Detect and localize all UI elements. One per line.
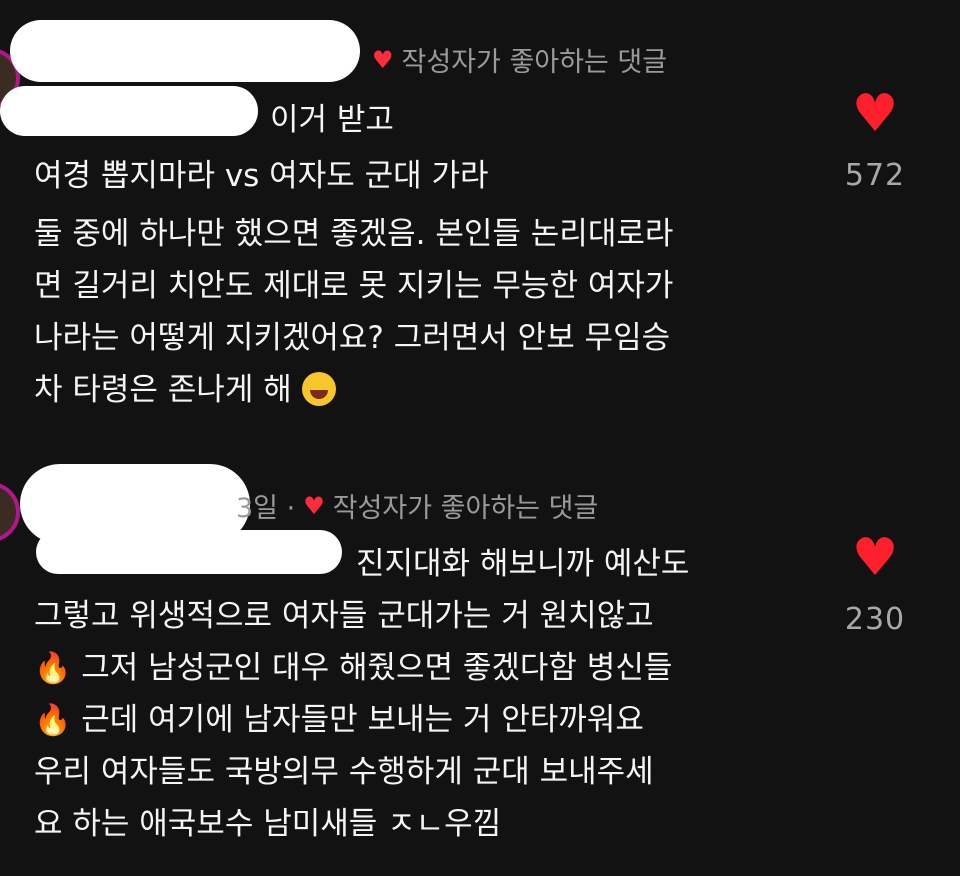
redacted-mention xyxy=(0,86,258,136)
like-button[interactable]: ♥ 230 xyxy=(830,532,920,637)
author-liked-label: 작성자가 좋아하는 댓글 xyxy=(332,493,599,524)
comment-text: 면 길거리 치안도 제대로 못 지키는 무능한 여자가 xyxy=(34,268,674,304)
heart-icon: ♥ xyxy=(372,45,394,74)
author-liked-label: 작성자가 좋아하는 댓글 xyxy=(401,47,668,78)
heart-icon: ♥ xyxy=(303,491,325,520)
comment-text-line: 🔥 근데 여기에 남자들만 보내는 거 안타까워요 xyxy=(34,694,644,739)
comment-meta: 3일 · ♥ 작성자가 좋아하는 댓글 xyxy=(236,486,598,525)
comment-text: 여경 뽑지마라 vs 여자도 군대 가라 xyxy=(34,158,489,194)
like-count: 230 xyxy=(844,602,906,637)
comment-text: 진지대화 해보니까 예산도 xyxy=(356,546,690,582)
face-with-tears-of-joy-icon xyxy=(301,372,336,406)
heart-icon[interactable]: ♥ xyxy=(830,88,920,140)
comment-2: 3일 · ♥ 작성자가 좋아하는 댓글 진지대화 해보니까 예산도 그렇고 위생… xyxy=(0,460,960,860)
comment-meta: ♥ 작성자가 좋아하는 댓글 xyxy=(372,40,667,79)
redacted-username xyxy=(10,20,360,82)
avatar[interactable] xyxy=(0,482,20,542)
timestamp: 3일 · xyxy=(236,493,296,524)
comment-text: 요 하는 애국보수 남미새들 ㅈㄴ우낌 xyxy=(34,806,502,842)
comment-text: 우리 여자들도 국방의무 수행하게 군대 보내주세 xyxy=(34,754,654,790)
comment-text-line: 🔥 그저 남성군인 대우 해줬으면 좋겠다함 병신들 xyxy=(34,642,672,687)
comment-text: 이거 받고 xyxy=(270,102,394,138)
redacted-mention xyxy=(36,530,342,574)
comment-text: 근데 여기에 남자들만 보내는 거 안타까워요 xyxy=(81,702,644,738)
comment-1: ♥ 작성자가 좋아하는 댓글 이거 받고 여경 뽑지마라 vs 여자도 군대 가… xyxy=(0,20,960,420)
fire-icon: 🔥 xyxy=(34,651,72,686)
comment-text: 그렇고 위생적으로 여자들 군대가는 거 원치않고 xyxy=(34,598,654,634)
comment-text: 둘 중에 하나만 했으면 좋겠음. 본인들 논리대로라 xyxy=(34,216,674,252)
comment-text: 차 타령은 존나게 해 xyxy=(34,372,292,408)
like-count: 572 xyxy=(844,158,906,193)
heart-icon[interactable]: ♥ xyxy=(830,532,920,584)
comment-text: 나라는 어떻게 지키겠어요? 그러면서 안보 무임승 xyxy=(34,320,671,356)
comment-text: 그저 남성군인 대우 해줬으면 좋겠다함 병신들 xyxy=(81,650,673,686)
comment-text-last: 차 타령은 존나게 해 xyxy=(34,364,336,409)
fire-icon: 🔥 xyxy=(34,703,72,738)
like-button[interactable]: ♥ 572 xyxy=(830,88,920,193)
